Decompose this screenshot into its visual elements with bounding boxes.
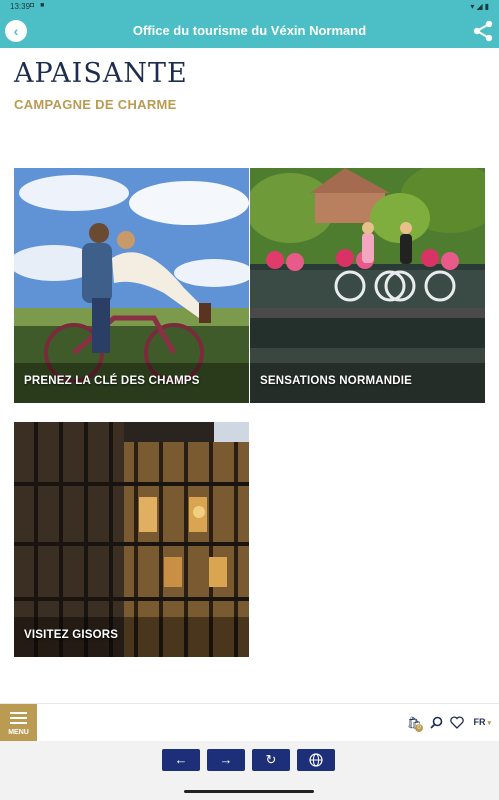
page-title: APAISANTE [14,58,188,89]
bottom-toolbar: MENU 🛍 0 FR ▾ [0,703,499,742]
half-timbered-houses-image [14,422,249,657]
tile-prenez-la-cle-des-champs[interactable]: PRENEZ LA CLÉ DES CHAMPS [14,168,249,403]
share-icon [473,20,493,42]
language-selector[interactable]: FR ▾ [474,717,491,727]
page-subtitle: CAMPAGNE DE CHARME [14,97,177,112]
tile-label: SENSATIONS NORMANDIE [260,375,413,387]
nav-web-button[interactable] [297,749,335,771]
tile-label: PRENEZ LA CLÉ DES CHAMPS [24,375,200,387]
couple-bicycle-image [14,168,249,403]
notification-icons: ◘ ■ [30,2,47,9]
browser-nav-bar: ← → ↻ [0,741,499,782]
share-button[interactable] [472,20,494,42]
home-indicator[interactable] [184,790,314,793]
chevron-down-icon: ▾ [485,720,491,727]
status-bar: 13:39 ◘ ■ ▾◢▮ [0,0,499,14]
tile-sensations-normandie[interactable]: SENSATIONS NORMANDIE [250,168,485,403]
nav-forward-button[interactable]: → [207,749,245,771]
heart-icon[interactable] [450,716,464,729]
app-header: ‹ Office du tourisme du Véxin Normand [0,14,499,48]
search-icon[interactable] [430,716,443,729]
header-title: Office du tourisme du Véxin Normand [132,23,367,38]
reload-icon: ↻ [265,752,277,767]
bridge-bicycles-image [250,168,485,403]
cart-badge: 0 [415,724,423,732]
globe-icon [309,753,323,767]
arrow-right-icon: → [219,752,233,767]
nav-reload-button[interactable]: ↻ [252,749,290,771]
tile-label: VISITEZ GISORS [24,629,119,641]
nav-back-button[interactable]: ← [162,749,200,771]
tile-visitez-gisors[interactable]: VISITEZ GISORS [14,422,249,657]
back-button[interactable]: ‹ [5,20,27,42]
back-arrow-icon: ‹ [13,23,19,39]
menu-button[interactable]: MENU [0,704,37,742]
hamburger-icon [10,712,27,727]
language-label: FR [473,717,486,727]
signal-battery-icons: ▾◢▮ [470,2,491,11]
clock: 13:39 [10,2,31,11]
arrow-left-icon: ← [174,752,188,767]
system-navigation-bar [0,782,499,800]
menu-label: MENU [8,729,29,736]
